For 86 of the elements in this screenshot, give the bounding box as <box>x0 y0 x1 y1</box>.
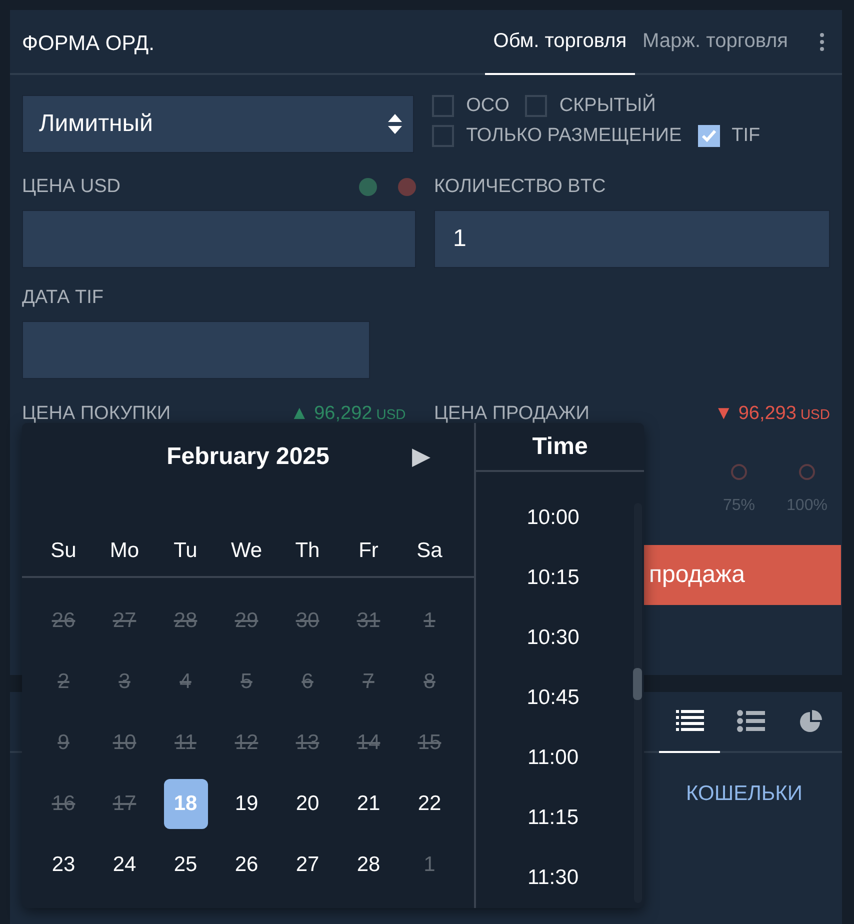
check-icon <box>700 129 717 143</box>
weekday-label: We <box>230 539 264 563</box>
checkbox[interactable] <box>432 125 454 147</box>
month-title: February 2025 <box>166 443 330 471</box>
calendar-day[interactable]: 11 <box>170 716 200 768</box>
checkbox[interactable] <box>432 95 454 117</box>
calendar-day[interactable]: 16 <box>48 778 80 830</box>
weekday-label: Fr <box>358 539 380 563</box>
weekday-label: Sa <box>416 539 444 563</box>
calendar-day[interactable]: 8 <box>420 656 440 708</box>
buy-price: ▲ 96,292 USD <box>290 403 407 425</box>
status-dot <box>359 178 377 196</box>
calendar-day[interactable]: 2 <box>54 656 74 708</box>
weekday-label: Th <box>294 539 321 563</box>
field-label: ДАТА TIF <box>22 286 104 310</box>
calendar-day[interactable]: 21 <box>352 778 384 830</box>
time-option[interactable]: 10:45 <box>526 668 580 728</box>
calendar-day[interactable]: 12 <box>230 716 262 768</box>
calendar-day[interactable]: 5 <box>236 656 256 708</box>
time-option[interactable]: 10:15 <box>526 548 580 608</box>
time-option[interactable]: 11:30 <box>528 848 578 908</box>
sort-arrows-icon <box>387 112 404 136</box>
calendar-day[interactable]: 27 <box>108 594 140 646</box>
calendar-day[interactable]: 22 <box>414 778 446 830</box>
calendar-day[interactable]: 13 <box>292 716 324 768</box>
calendar-day[interactable]: 7 <box>358 656 378 708</box>
calendar-day[interactable]: 28 <box>170 594 202 646</box>
calendar-day[interactable]: 3 <box>114 656 134 708</box>
tab[interactable]: Марж. торговля <box>634 10 796 75</box>
calendar-day[interactable]: 19 <box>230 778 262 830</box>
scrollbar-thumb[interactable] <box>633 668 642 700</box>
checkbox-option[interactable]: СКРЫТЫЙ <box>525 95 656 117</box>
tab[interactable]: Обм. торговля <box>485 10 635 75</box>
calendar-day[interactable]: 15 <box>414 716 446 768</box>
wallets-link[interactable]: КОШЕЛЬКИ <box>686 782 802 806</box>
bulleted-list-icon <box>736 710 764 734</box>
order-type-select[interactable]: Лимитный <box>22 95 414 153</box>
calendar-day[interactable]: 9 <box>54 716 74 768</box>
time-option[interactable]: 10:30 <box>526 608 580 668</box>
time-option[interactable]: 11:00 <box>528 728 578 788</box>
calendar-day[interactable]: 23 <box>48 838 80 890</box>
checkbox-option[interactable]: ТОЛЬКО РАЗМЕЩЕНИЕ <box>432 125 682 147</box>
checkbox[interactable] <box>698 125 720 147</box>
panel-title: ФОРМА ОРД. <box>22 32 154 56</box>
weekday-label: Su <box>50 539 78 563</box>
field-label: ЦЕНА ПОКУПКИ <box>22 402 172 426</box>
calendar-day[interactable]: 10 <box>108 716 140 768</box>
calendar-day[interactable]: 14 <box>352 716 384 768</box>
field-label: КОЛИЧЕСТВО BTC <box>434 175 606 199</box>
calendar-day[interactable]: 18 <box>164 778 208 828</box>
more-menu-icon[interactable] <box>820 32 824 50</box>
calendar-day[interactable]: 28 <box>352 838 384 890</box>
weekday-label: Tu <box>172 539 198 563</box>
calendar-day[interactable]: 27 <box>292 838 324 890</box>
calendar-day[interactable]: 17 <box>108 778 140 830</box>
calendar-day[interactable]: 31 <box>352 594 384 646</box>
time-title: Time <box>476 423 644 472</box>
calendar-day[interactable]: 26 <box>230 838 262 890</box>
checkbox[interactable] <box>525 95 548 117</box>
calendar-day[interactable]: 4 <box>176 656 196 708</box>
radio-button[interactable] <box>799 464 815 480</box>
time-option[interactable]: 10:00 <box>526 488 580 548</box>
field-label: ЦЕНА ПРОДАЖИ <box>434 402 590 426</box>
date-field[interactable] <box>22 321 370 379</box>
calendar-day[interactable]: 6 <box>298 656 318 708</box>
status-dot <box>398 178 416 196</box>
checkbox-option[interactable]: OCO <box>432 95 510 117</box>
calendar-day[interactable]: 25 <box>170 838 202 890</box>
quantity-field[interactable]: 1 <box>434 210 830 268</box>
calendar-day[interactable]: 20 <box>292 778 324 830</box>
radio-button[interactable] <box>731 464 747 480</box>
weekday-label: Mo <box>108 539 140 563</box>
list-icon <box>676 710 704 734</box>
calendar-day[interactable]: 24 <box>108 838 140 890</box>
calendar-day[interactable]: 30 <box>292 594 324 646</box>
calendar-day[interactable]: 26 <box>48 594 80 646</box>
select-value: Лимитный <box>39 110 153 138</box>
next-month-button[interactable]: ▶ <box>412 441 430 471</box>
time-option[interactable]: 11:15 <box>528 788 578 848</box>
calendar-day[interactable]: 1 <box>420 838 440 890</box>
checkbox-option[interactable]: TIF <box>698 125 760 147</box>
calendar-day[interactable]: 1 <box>420 594 440 646</box>
field-label: ЦЕНА USD <box>22 175 121 199</box>
price-field[interactable] <box>22 210 416 268</box>
sell-price: ▼ 96,293 USD <box>714 403 830 425</box>
calendar-day[interactable]: 29 <box>230 594 262 646</box>
